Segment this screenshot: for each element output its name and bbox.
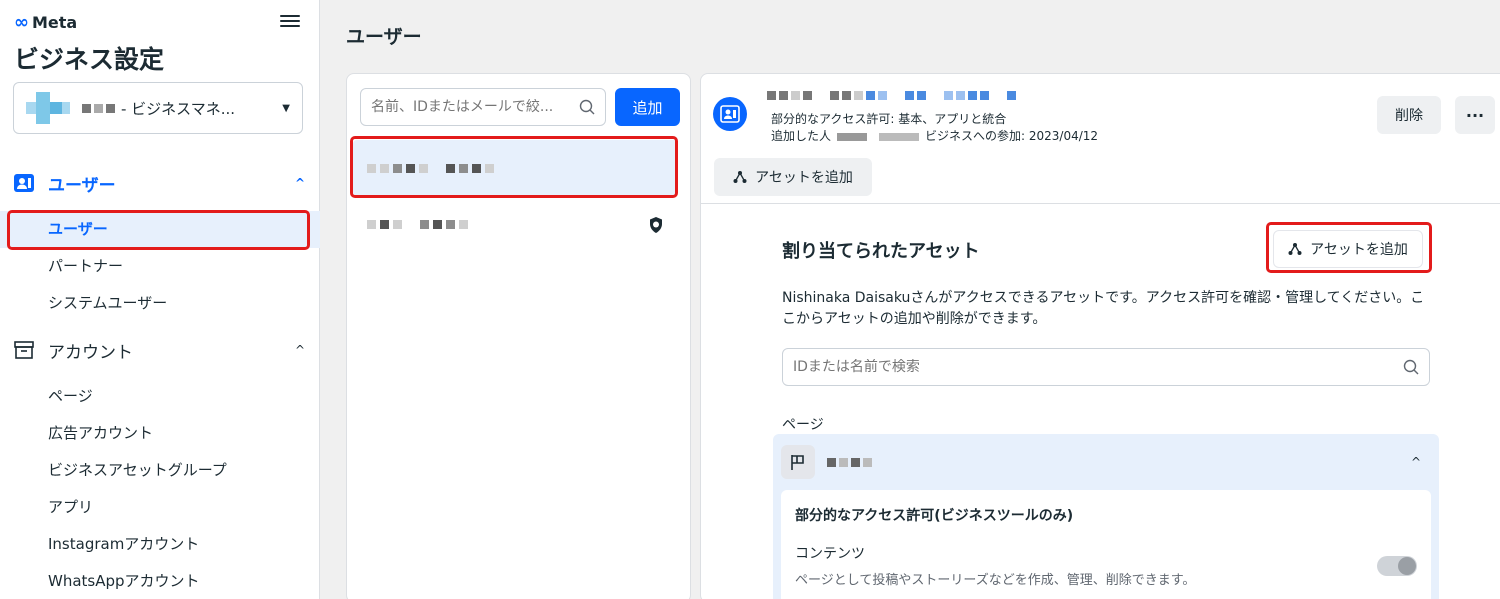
assets-description: Nishinaka Daisakuさんがアクセスできるアセットです。アクセス許可… [782, 290, 1425, 327]
adder-name-redacted [879, 132, 920, 141]
page-asset-card: ^ 部分的なアクセス許可(ビジネスツールのみ) コンテンツ ページとして投稿やス… [773, 434, 1439, 599]
sidebar: ∞ Meta ビジネス設定 - ビジネスマネ... ▼ ユーザー ^ ユーザー … [0, 0, 320, 599]
sidebar-item-asset-groups[interactable]: ビジネスアセットグループ [0, 452, 320, 489]
section-label-pages: ページ [782, 417, 824, 433]
more-options-button[interactable]: ··· [1455, 96, 1495, 134]
meta-logo[interactable]: ∞ Meta [14, 12, 77, 33]
chevron-up-icon[interactable]: ^ [1411, 455, 1431, 469]
user-name-redacted [420, 219, 468, 229]
chevron-up-icon[interactable]: ^ [280, 343, 320, 357]
user-detail-header: 部分的なアクセス許可: 基本、アプリと統合 追加した人 ビジネスへの参加: 202… [701, 74, 1500, 204]
access-summary: 部分的なアクセス許可: 基本、アプリと統合 [771, 112, 1007, 126]
nav-head-accounts[interactable]: アカウント ^ [0, 330, 320, 370]
user-row[interactable] [353, 196, 678, 252]
add-user-button[interactable]: 追加 [615, 88, 680, 126]
asset-search-input[interactable] [793, 359, 1403, 375]
business-avatar [26, 92, 70, 124]
highlight-box-users-item [7, 210, 310, 250]
assigned-assets-title: 割り当てられたアセット [782, 241, 980, 262]
sidebar-item-partners[interactable]: パートナー [0, 248, 320, 285]
asset-network-icon [733, 171, 747, 183]
business-name: - ビジネスマネ... [121, 99, 236, 118]
page-name-redacted [827, 457, 1411, 467]
highlight-box-user-row [350, 136, 678, 198]
page-title: ユーザー [346, 26, 422, 48]
nav-head-label: ユーザー [48, 175, 116, 196]
user-search-input[interactable] [371, 99, 579, 115]
user-name-redacted [367, 219, 402, 229]
business-selector[interactable]: - ビジネスマネ... ▼ [13, 82, 303, 134]
page-asset-header[interactable]: ^ [781, 442, 1431, 482]
sidebar-item-pages[interactable]: ページ [0, 378, 320, 415]
content-permission-toggle[interactable] [1377, 556, 1417, 576]
highlight-box-add-asset [1266, 222, 1432, 273]
sidebar-item-system-users[interactable]: システムユーザー [0, 285, 320, 322]
sidebar-item-apps[interactable]: アプリ [0, 489, 320, 526]
caret-down-icon: ▼ [282, 102, 290, 114]
add-asset-button-top[interactable]: アセットを追加 [714, 158, 872, 196]
nav-head-users[interactable]: ユーザー ^ [0, 163, 320, 203]
asset-search-box[interactable] [782, 348, 1430, 386]
user-detail-panel: 部分的なアクセス許可: 基本、アプリと統合 追加した人 ビジネスへの参加: 202… [700, 73, 1500, 599]
page-flag-icon [781, 445, 815, 479]
user-name-redacted [767, 91, 1016, 100]
sidebar-item-ad-accounts[interactable]: 広告アカウント [0, 415, 320, 452]
meta-infinity-icon: ∞ [14, 12, 29, 33]
meta-logo-text: Meta [32, 13, 78, 32]
chevron-up-icon[interactable]: ^ [280, 176, 320, 190]
nav-section-accounts: アカウント ^ ページ 広告アカウント ビジネスアセットグループ アプリ Ins… [0, 330, 320, 599]
permission-box: 部分的なアクセス許可(ビジネスツールのみ) コンテンツ ページとして投稿やストー… [781, 490, 1431, 599]
archive-icon [12, 338, 36, 362]
sidebar-item-instagram[interactable]: Instagramアカウント [0, 526, 320, 563]
admin-shield-icon [650, 217, 662, 233]
users-icon [12, 171, 36, 195]
nav-head-label: アカウント [48, 342, 133, 363]
adder-name-redacted [837, 132, 868, 141]
search-icon [579, 99, 595, 115]
business-name-redacted [82, 103, 115, 113]
added-by-label: 追加した人 [771, 129, 832, 143]
user-badge-icon [720, 105, 740, 123]
delete-user-button[interactable]: 削除 [1377, 96, 1441, 134]
permission-title: 部分的なアクセス許可(ビジネスツールのみ) [795, 508, 1074, 524]
permission-content-label: コンテンツ [795, 546, 865, 562]
join-date: ビジネスへの参加: 2023/04/12 [925, 129, 1099, 143]
permission-content-desc: ページとして投稿やストーリーズなどを作成、管理、削除できます。 [795, 573, 1196, 588]
search-icon [1403, 359, 1419, 375]
add-asset-label: アセットを追加 [755, 170, 853, 186]
user-avatar [713, 97, 747, 131]
sidebar-item-whatsapp[interactable]: WhatsAppアカウント [0, 563, 320, 599]
added-info: 追加した人 ビジネスへの参加: 2023/04/12 [771, 127, 1098, 144]
menu-icon[interactable] [280, 12, 300, 32]
app-title: ビジネス設定 [14, 45, 165, 74]
user-search-box[interactable] [360, 88, 606, 126]
